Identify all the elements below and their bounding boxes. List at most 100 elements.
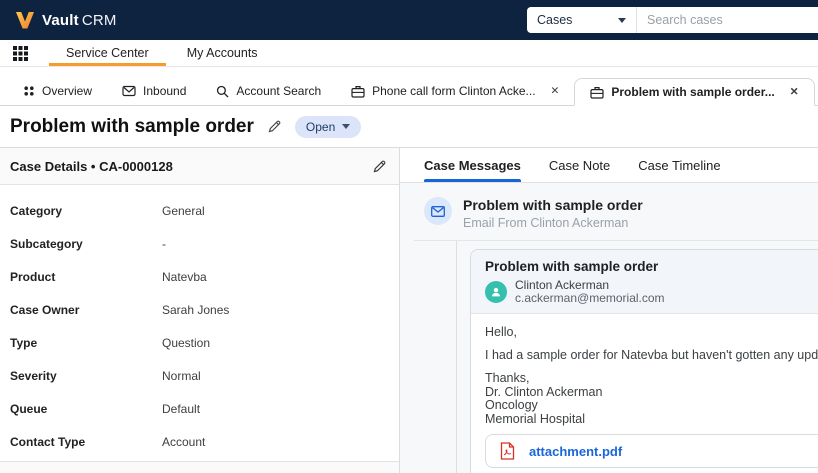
search-scope-select[interactable]: Cases xyxy=(527,7,636,33)
sender-info: Clinton Ackerman c.ackerman@memorial.com xyxy=(515,279,665,305)
tab-inbound[interactable]: Inbound xyxy=(107,77,201,105)
field-label: Product xyxy=(10,269,56,284)
top-navbar: Vault CRM Cases xyxy=(0,0,818,40)
tab-overview[interactable]: Overview xyxy=(8,77,107,105)
field-subcategory: Subcategory - xyxy=(0,227,399,260)
field-queue: Queue Default xyxy=(0,392,399,425)
thread-header: Problem with sample order Email From Cli… xyxy=(400,183,818,230)
tab-account-search[interactable]: Account Search xyxy=(201,77,336,105)
body-closing: Thanks, Dr. Clinton Ackerman Oncology Me… xyxy=(485,371,818,426)
field-value: Question xyxy=(162,335,211,350)
app-launcher-icon[interactable] xyxy=(12,40,29,66)
tab-label: Case Note xyxy=(548,157,611,173)
vault-crm-logo: Vault CRM xyxy=(14,10,117,30)
page-title: Problem with sample order xyxy=(10,115,254,137)
message-subject: Problem with sample order xyxy=(485,259,659,274)
sender-avatar xyxy=(485,281,507,303)
tab-label: Phone call form Clinton Acke... xyxy=(372,84,536,98)
message-body: Hello, I had a sample order for Natevba … xyxy=(471,314,818,473)
field-value: General xyxy=(162,203,205,218)
app-nav: Service Center My Accounts xyxy=(0,40,818,67)
field-label: Contact Type xyxy=(10,434,86,449)
case-messages-content: Problem with sample order Email From Cli… xyxy=(400,183,818,473)
case-status-badge[interactable]: Open xyxy=(294,115,362,138)
tab-label: Inbound xyxy=(143,84,187,98)
vault-v-icon xyxy=(16,12,34,29)
sender-email: c.ackerman@memorial.com xyxy=(515,291,665,305)
body-paragraph: I had a sample order for Natevba but hav… xyxy=(485,348,818,362)
case-icon xyxy=(351,85,365,98)
inbox-icon xyxy=(122,85,136,97)
app-tab-label: My Accounts xyxy=(186,46,258,60)
chevron-down-icon xyxy=(618,17,626,23)
app-tab-label: Service Center xyxy=(66,46,149,60)
page-title-row: Problem with sample order Open xyxy=(0,106,818,148)
email-message-card: Problem with sample order Clinton Ackerm… xyxy=(470,249,818,473)
tab-case-messages[interactable]: Case Messages xyxy=(424,148,521,182)
search-input[interactable] xyxy=(636,7,818,33)
field-case-owner: Case Owner Sarah Jones xyxy=(0,293,399,326)
thread-title: Problem with sample order xyxy=(463,197,643,213)
field-product: Product Natevba xyxy=(0,260,399,293)
attachment-chip[interactable]: attachment.pdf xyxy=(485,434,818,468)
sender-row: Clinton Ackerman c.ackerman@memorial.com xyxy=(485,279,818,305)
tab-problem-with-sample-order[interactable]: Problem with sample order... ✕ xyxy=(574,78,815,106)
grid-dots-icon xyxy=(24,86,34,96)
tab-phone-call-form[interactable]: Phone call form Clinton Acke... ✕ xyxy=(336,77,574,105)
close-icon[interactable]: ✕ xyxy=(551,85,560,97)
chevron-down-icon xyxy=(342,124,351,129)
search-icon xyxy=(217,85,229,97)
closing-line: Dr. Clinton Ackerman xyxy=(485,384,603,399)
field-value: Account xyxy=(162,434,206,449)
tab-label: Problem with sample order... xyxy=(611,85,775,99)
tab-label: Case Timeline xyxy=(638,157,721,173)
field-value: Normal xyxy=(162,368,201,383)
case-details-header: Case Details • CA-0000128 xyxy=(0,148,399,185)
field-value: Sarah Jones xyxy=(162,302,230,317)
email-icon xyxy=(424,197,452,225)
app-tab-service-center[interactable]: Service Center xyxy=(47,40,168,66)
tab-case-timeline[interactable]: Case Timeline xyxy=(638,148,720,182)
case-icon xyxy=(590,86,604,99)
message-header: Problem with sample order Clinton Ackerm… xyxy=(471,250,818,314)
section-divider xyxy=(0,461,399,473)
vault-crm-app: VaultCRM Cases Service Center My Ac xyxy=(0,0,818,473)
tab-case-note[interactable]: Case Note xyxy=(549,148,610,182)
field-value: Natevba xyxy=(162,269,207,284)
edit-case-pencil-icon[interactable] xyxy=(372,159,387,174)
thread-header-text: Problem with sample order Email From Cli… xyxy=(463,197,643,230)
tab-label: Overview xyxy=(42,84,93,98)
brand-text: Vault CRM xyxy=(42,11,117,29)
field-severity: Severity Normal xyxy=(0,359,399,392)
closing-line: Memorial Hospital xyxy=(485,411,586,426)
field-label: Severity xyxy=(10,368,57,383)
attachment-link[interactable]: attachment.pdf xyxy=(529,444,622,459)
case-details-panel: Case Details • CA-0000128 Category Gener… xyxy=(0,148,400,473)
field-label: Case Owner xyxy=(10,302,80,317)
field-type: Type Question xyxy=(0,326,399,359)
case-details-title: Case Details • CA-0000128 xyxy=(10,158,173,174)
workspace-tab-bar: Overview Inbound Account Search Phone ca… xyxy=(0,67,818,106)
field-contact-type: Contact Type Account xyxy=(0,425,399,458)
case-fields: Category General Subcategory - Product N… xyxy=(0,185,399,458)
field-value: Default xyxy=(162,401,201,416)
tab-question-about-sample[interactable]: Question about sample or xyxy=(815,77,818,105)
message-thread-item: Problem with sample order Clinton Ackerm… xyxy=(456,241,818,473)
pdf-file-icon xyxy=(500,442,515,460)
global-search: Cases xyxy=(527,7,818,33)
case-messages-panel: Case Messages Case Note Case Timeline Pr… xyxy=(400,148,818,473)
thread-subtitle: Email From Clinton Ackerman xyxy=(463,216,629,230)
closing-line: Thanks, xyxy=(485,371,530,385)
body-greeting: Hello, xyxy=(485,325,517,339)
close-icon[interactable]: ✕ xyxy=(790,86,799,98)
field-value: - xyxy=(162,236,166,251)
edit-title-pencil-icon[interactable] xyxy=(267,119,282,134)
main-content: Case Details • CA-0000128 Category Gener… xyxy=(0,148,818,473)
status-label: Open xyxy=(305,119,336,134)
tab-label: Case Messages xyxy=(424,157,521,173)
field-label: Subcategory xyxy=(10,236,83,251)
search-scope-value: Cases xyxy=(537,13,573,27)
case-panel-tabs: Case Messages Case Note Case Timeline xyxy=(400,148,818,183)
app-tab-my-accounts[interactable]: My Accounts xyxy=(168,40,277,66)
field-label: Category xyxy=(10,203,63,218)
